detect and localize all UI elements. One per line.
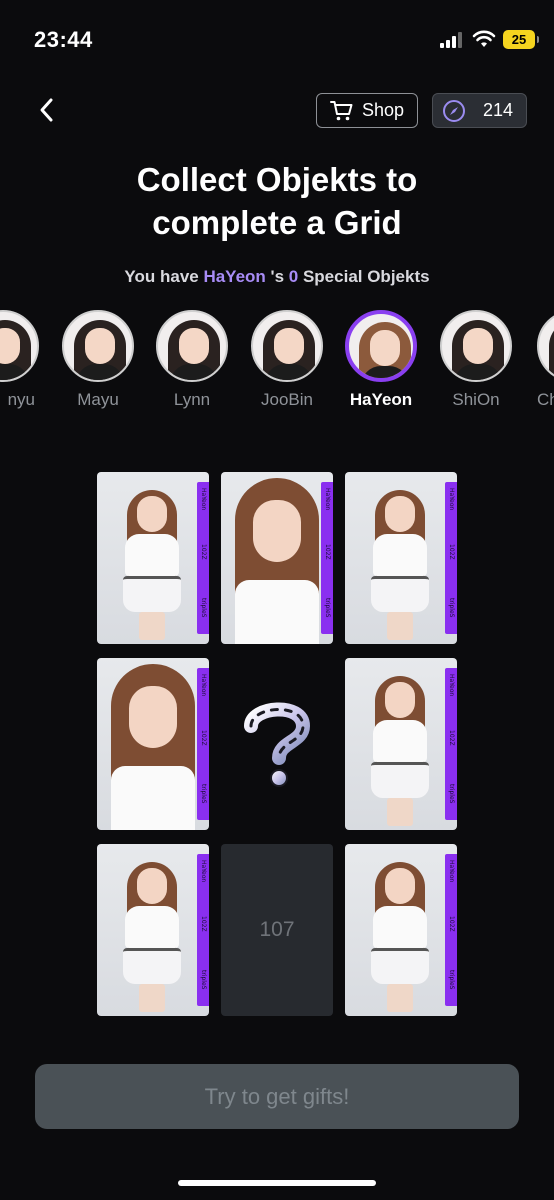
shop-button[interactable]: Shop <box>316 93 418 128</box>
objekt-card[interactable]: HaYeon 102Z tripleS <box>97 844 209 1016</box>
member-item-hayeon[interactable]: HaYeon <box>345 310 417 410</box>
subtitle-prefix: You have <box>124 267 204 286</box>
subtitle-suffix: Special Objekts <box>298 267 430 286</box>
member-name: HaYeon <box>349 390 413 409</box>
slot-number: 107 <box>259 918 295 941</box>
avatar <box>156 310 228 382</box>
status-time: 23:44 <box>34 27 93 52</box>
member-name: ShiOn <box>452 390 500 409</box>
cart-icon <box>329 100 353 120</box>
wifi-icon <box>472 30 496 47</box>
compass-coin-icon <box>443 99 465 122</box>
shop-label: Shop <box>361 100 405 120</box>
subtitle-middle: 's <box>265 267 289 286</box>
battery-icon: 25 <box>503 30 539 49</box>
objekt-card[interactable]: HaYeon 102Z tripleS <box>97 658 209 830</box>
objekt-card[interactable]: HaYeon 102Z tripleS <box>345 658 457 830</box>
avatar <box>440 310 512 382</box>
page-title: Collect Objekts to complete a Grid <box>0 158 554 244</box>
member-item-nyu[interactable]: nyu <box>0 310 39 410</box>
member-name: Ch <box>537 390 554 409</box>
coin-balance[interactable]: 214 <box>432 93 527 128</box>
avatar <box>251 310 323 382</box>
card-stripe: HaYeon 102Z tripleS <box>321 482 333 634</box>
empty-objekt-slot[interactable]: 107 <box>221 844 333 1016</box>
member-item-shion[interactable]: ShiOn <box>440 310 512 410</box>
objekt-card[interactable]: HaYeon 102Z tripleS <box>97 472 209 644</box>
chevron-left-icon <box>40 98 53 122</box>
member-name: nyu <box>7 390 35 409</box>
card-stripe: HaYeon 102Z tripleS <box>197 482 209 634</box>
coin-count: 214 <box>483 100 514 120</box>
try-get-gifts-button[interactable]: Try to get gifts! <box>35 1064 519 1129</box>
member-item-lynn[interactable]: Lynn <box>156 310 228 410</box>
member-item-partial[interactable]: Ch <box>537 310 554 410</box>
card-stripe: HaYeon 102Z tripleS <box>445 668 457 820</box>
member-name: Lynn <box>173 390 211 409</box>
back-button[interactable] <box>28 92 64 128</box>
card-stripe: HaYeon 102Z tripleS <box>197 668 209 820</box>
avatar <box>0 310 39 382</box>
member-name: Mayu <box>77 390 119 409</box>
card-stripe: HaYeon 102Z tripleS <box>445 854 457 1006</box>
question-mark-icon <box>244 702 311 787</box>
objekt-card[interactable]: HaYeon 102Z tripleS <box>345 472 457 644</box>
title-line-1: Collect Objekts to <box>136 161 418 198</box>
member-selector[interactable]: nyu Mayu Lynn JooBin HaYeon ShiOn Ch <box>0 310 554 420</box>
objekt-card[interactable]: HaYeon 102Z tripleS <box>345 844 457 1016</box>
status-bar: 23:44 25 <box>0 0 554 80</box>
member-item-joobin[interactable]: JooBin <box>251 310 323 410</box>
special-objekt-slot[interactable] <box>221 658 333 830</box>
objekt-grid: HaYeon 102Z tripleS HaYeon 102Z tripleS HaYe… <box>97 472 457 1016</box>
home-indicator <box>178 1180 376 1186</box>
subtitle-count: 0 <box>288 267 299 286</box>
objekt-card[interactable]: HaYeon 102Z tripleS <box>221 472 333 644</box>
title-line-2: complete a Grid <box>152 204 402 241</box>
avatar <box>345 310 417 382</box>
avatar <box>537 310 554 382</box>
member-item-mayu[interactable]: Mayu <box>62 310 134 410</box>
member-name: JooBin <box>261 390 313 409</box>
cellular-signal-icon <box>440 32 464 48</box>
card-stripe: HaYeon 102Z tripleS <box>197 854 209 1006</box>
avatar <box>62 310 134 382</box>
subtitle-member: HaYeon <box>203 267 266 286</box>
objekt-count-text: You have HaYeon 's 0 Special Objekts <box>0 267 554 287</box>
card-stripe: HaYeon 102Z tripleS <box>445 482 457 634</box>
